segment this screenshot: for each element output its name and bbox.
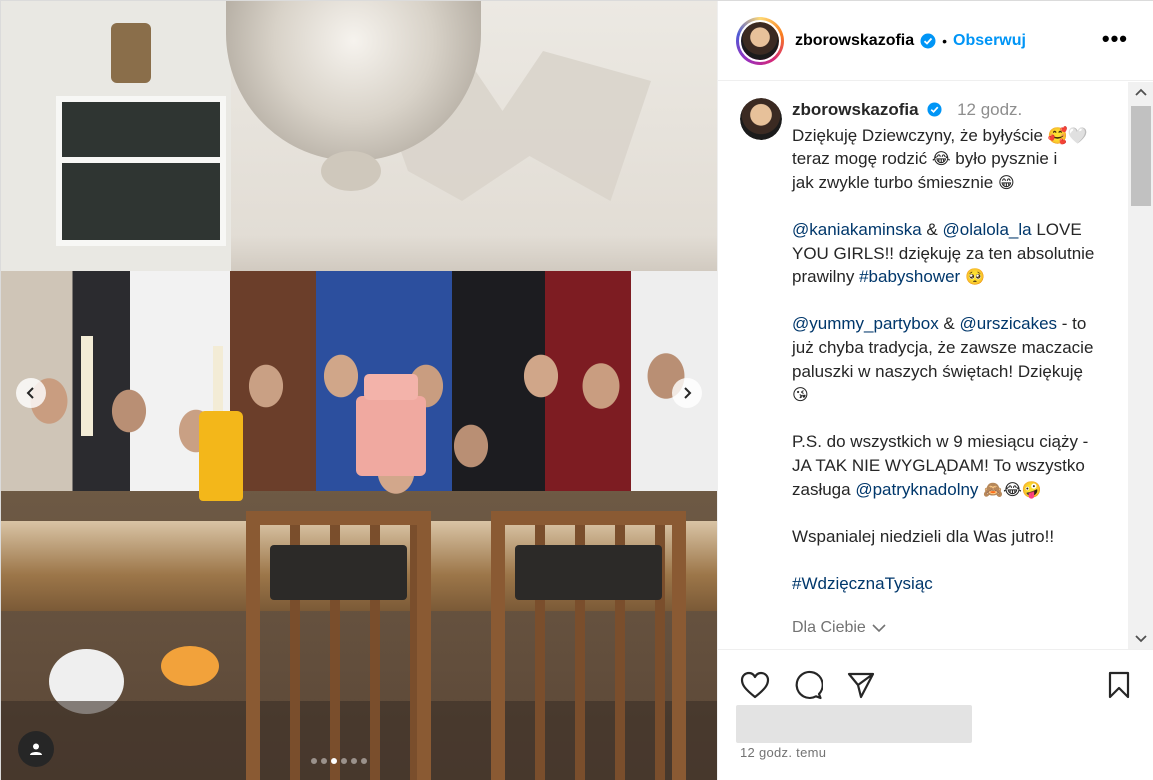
caption-text: YOU GIRLS!! dziękuję za ten absolutnie [792, 243, 1095, 263]
post-photo[interactable] [1, 1, 717, 780]
caption-avatar[interactable] [740, 98, 782, 140]
photo-candle [213, 346, 223, 416]
author-avatar[interactable] [736, 16, 784, 65]
caption-text: paluszki w naszych świętach! Dziękuję [792, 361, 1084, 381]
tagged-users-button[interactable] [18, 731, 54, 767]
bookmark-icon [1108, 671, 1129, 698]
post-time-ago[interactable]: 12 godz. temu [740, 745, 826, 760]
comment-button[interactable] [791, 668, 824, 701]
caption-text: & [938, 314, 960, 334]
caption-text: jak zwykle turbo śmiesznie [792, 172, 994, 192]
follow-button[interactable]: Obserwuj [953, 32, 1026, 50]
carousel-next-button[interactable] [672, 378, 702, 408]
header-separator: • [942, 32, 948, 49]
heart-icon [740, 671, 769, 698]
carousel-dot [331, 758, 337, 764]
emoji: 😂 [931, 149, 951, 169]
emoji: 😁 [997, 172, 1015, 192]
caption-scrollbar[interactable] [1128, 82, 1153, 649]
carousel-prev-button[interactable] [16, 378, 46, 408]
scroll-up-button[interactable] [1133, 84, 1149, 100]
carousel-dot [341, 758, 347, 764]
save-button[interactable] [1102, 668, 1135, 701]
post-caption: zborowskazofia 12 godz. Dziękuję Dziewcz… [792, 98, 1122, 595]
author-username[interactable]: zborowskazofia [795, 32, 914, 50]
photo-lamp [111, 23, 151, 83]
carousel-dot [321, 758, 327, 764]
photo-chair [491, 511, 686, 780]
caption-text: było pysznie i [950, 149, 1058, 169]
verified-badge-icon [927, 100, 942, 124]
avatar-image [741, 21, 779, 60]
for-you-label: Dla Ciebie [792, 619, 866, 636]
hashtag-link[interactable]: #babyshower [859, 267, 960, 286]
photo-candle [81, 336, 93, 436]
share-button[interactable] [844, 668, 877, 701]
caption-text: JA TAK NIE WYGLĄDAM! To wszystko [792, 455, 1085, 475]
caption-text: zasługa [792, 479, 856, 499]
caption-text: - to [1057, 314, 1087, 334]
post-side-panel: zborowskazofia • Obserwuj ••• zborowskaz… [717, 1, 1153, 780]
caption-text: LOVE [1031, 219, 1082, 239]
carousel-dot [351, 758, 357, 764]
photo-chair [246, 511, 431, 780]
mention-link[interactable]: @patryknadolny [855, 480, 978, 499]
for-you-toggle[interactable]: Dla Ciebie [792, 619, 886, 637]
caption-text: prawilny [792, 267, 860, 287]
emoji: 😘 [792, 385, 809, 405]
avatar-image [740, 98, 782, 140]
mention-link[interactable]: @olalola_la [943, 220, 1032, 239]
scrollbar-thumb[interactable] [1131, 106, 1151, 206]
chevron-up-icon [1135, 88, 1147, 96]
caption-text: Dziękuję Dziewczyny, że byłyście [792, 125, 1043, 145]
carousel-dot [311, 758, 317, 764]
photo-juice-bottle [199, 411, 243, 501]
emoji: 🙈😂🤪 [983, 479, 1042, 499]
caption-scroll-area[interactable]: zborowskazofia 12 godz. Dziękuję Dziewcz… [718, 82, 1153, 649]
send-icon [847, 672, 874, 698]
chevron-right-icon [684, 387, 692, 399]
caption-time[interactable]: 12 godz. [957, 100, 1022, 119]
mention-link[interactable]: @kaniakaminska [792, 220, 922, 239]
instagram-post-modal: zborowskazofia • Obserwuj ••• zborowskaz… [0, 0, 1153, 780]
emoji: 🥰🤍 [1047, 125, 1088, 145]
chevron-down-icon [872, 624, 886, 633]
post-header: zborowskazofia • Obserwuj ••• [718, 1, 1153, 81]
more-options-button[interactable]: ••• [1102, 28, 1128, 50]
carousel-dots [311, 758, 367, 764]
user-tag-icon [30, 743, 42, 755]
caption-text: już chyba tradycja, że zawsze maczacie [792, 337, 1094, 357]
verified-badge-icon [920, 33, 936, 49]
post-actions: 12 godz. temu [718, 649, 1153, 780]
photo-cake [356, 374, 426, 476]
caption-text: & [921, 219, 943, 239]
mention-link[interactable]: @urszicakes [960, 314, 1058, 333]
caption-username[interactable]: zborowskazofia [792, 100, 919, 119]
comment-icon [795, 670, 823, 699]
caption-text: teraz mogę rodzić [792, 149, 928, 169]
scroll-down-button[interactable] [1133, 631, 1149, 647]
caption-text: Wspanialej niedzieli dla Was jutro!! [792, 526, 1055, 546]
chevron-down-icon [1135, 635, 1147, 643]
like-button[interactable] [738, 668, 771, 701]
chevron-left-icon [26, 387, 34, 399]
carousel-dot [361, 758, 367, 764]
emoji: 🥺 [964, 267, 985, 287]
photo-balloon [161, 646, 219, 686]
caption-text: P.S. do wszystkich w 9 miesiącu ciąży - [792, 432, 1089, 452]
hashtag-link[interactable]: #WdzięcznaTysiąc [792, 574, 933, 593]
mention-link[interactable]: @yummy_partybox [792, 314, 939, 333]
likes-count-blurred [736, 705, 972, 743]
